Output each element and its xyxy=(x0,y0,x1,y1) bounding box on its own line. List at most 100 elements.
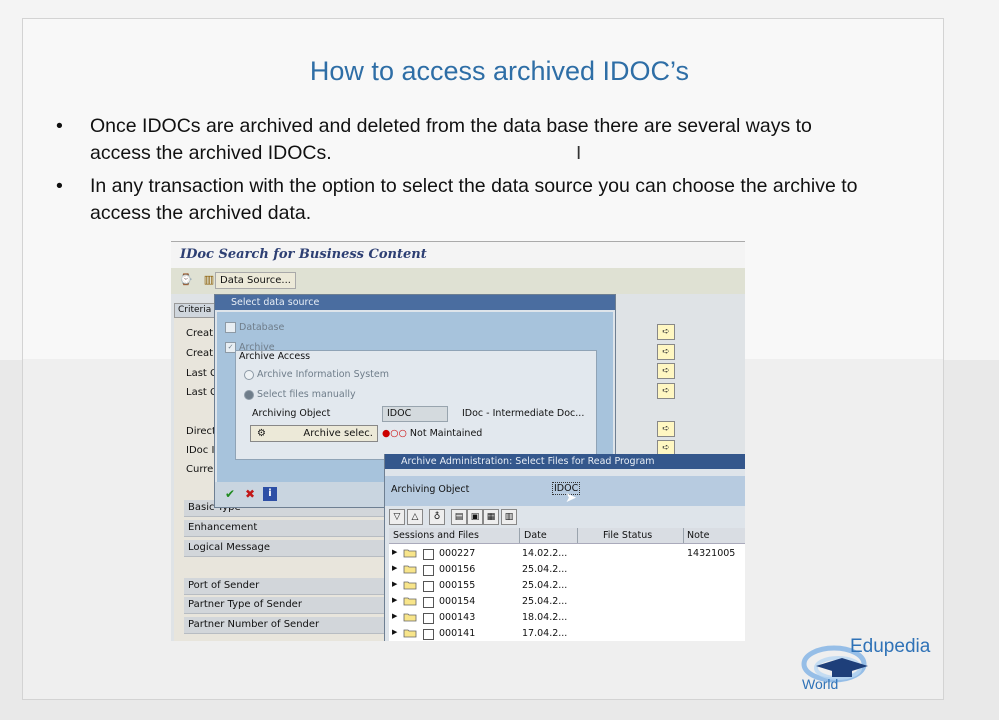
archive-access-group: Archive Access Archive Information Syste… xyxy=(235,350,597,460)
row-checkbox[interactable] xyxy=(423,629,434,640)
column-header[interactable]: Note xyxy=(687,530,710,541)
folder-icon xyxy=(403,549,417,558)
expand-triangle-icon[interactable]: ▶ xyxy=(392,612,397,620)
field-label: Logical Message xyxy=(188,542,271,553)
multiple-selection-arrow-icon[interactable]: ➪ xyxy=(657,383,675,399)
criteria-row-label: Direct xyxy=(186,426,216,437)
confirm-icon[interactable]: ✔ xyxy=(223,487,237,501)
text-cursor-icon: I xyxy=(576,143,582,164)
table-row[interactable]: ▶ 000156 25.04.2... xyxy=(389,562,745,578)
radio-label: Select files manually xyxy=(257,389,356,400)
column-divider xyxy=(683,528,684,543)
radio-archive-information-system[interactable]: Archive Information System xyxy=(244,369,389,380)
table-row[interactable]: ▶ 000141 17.04.2... xyxy=(389,626,745,641)
row-checkbox[interactable] xyxy=(423,597,434,608)
bullet-item: • Once IDOCs are archived and deleted fr… xyxy=(56,113,876,167)
field-label: Port of Sender xyxy=(188,580,260,591)
export-icon[interactable]: ▣ xyxy=(467,509,483,525)
column-divider xyxy=(519,528,520,543)
status-indicator: ●○○ Not Maintained xyxy=(382,428,482,439)
folder-icon xyxy=(403,581,417,590)
logo-wordmark: Edupedia xyxy=(850,636,931,657)
dialog-title: Archive Administration: Select Files for… xyxy=(401,456,655,467)
checkbox-box xyxy=(225,322,236,333)
slide-title: How to access archived IDOC’s xyxy=(309,56,690,86)
database-checkbox[interactable]: Database xyxy=(225,322,284,333)
sap-window-title-bar: IDoc Search for Business Content xyxy=(171,241,745,269)
cancel-icon[interactable]: ✖ xyxy=(243,487,257,501)
archive-select-icon: ⚙ xyxy=(257,428,266,439)
bullet-text: Once IDOCs are archived and deleted from… xyxy=(90,115,812,164)
session-date: 14.02.2... xyxy=(522,548,568,559)
group-title: Archive Access xyxy=(239,351,311,362)
criteria-field-port-of-sender[interactable]: Port of Sender xyxy=(184,578,384,595)
multiple-selection-arrow-icon[interactable]: ➪ xyxy=(657,324,675,340)
radio-label: Archive Information System xyxy=(257,369,390,380)
criteria-row-label: Currer xyxy=(186,464,218,475)
row-checkbox[interactable] xyxy=(423,549,434,560)
session-date: 25.04.2... xyxy=(522,596,568,607)
session-number: 000143 xyxy=(439,612,476,623)
info-icon[interactable]: i xyxy=(263,487,277,501)
session-date: 18.04.2... xyxy=(522,612,568,623)
expand-triangle-icon[interactable]: ▶ xyxy=(392,628,397,636)
multiple-selection-arrow-icon[interactable]: ➪ xyxy=(657,363,675,379)
sessions-grid: Sessions and Files Date File Status Note… xyxy=(389,528,745,641)
field-label: Enhancement xyxy=(188,522,258,533)
archiving-object-label: Archiving Object xyxy=(391,484,470,495)
expand-icon[interactable]: ▽ xyxy=(389,509,405,525)
column-header[interactable]: Sessions and Files xyxy=(393,530,479,541)
table-row[interactable]: ▶ 000143 18.04.2... xyxy=(389,610,745,626)
archive-administration-dialog: Archive Administration: Select Files for… xyxy=(384,454,745,641)
session-date: 25.04.2... xyxy=(522,564,568,575)
criteria-field-enhancement[interactable]: Enhancement xyxy=(184,520,384,537)
table-row[interactable]: ▶ 000155 25.04.2... xyxy=(389,578,745,594)
table-row[interactable]: ▶ 000227 14.02.2... 14321005 xyxy=(389,546,745,562)
find-icon[interactable]: ♁ xyxy=(429,509,445,525)
dialog-title-bar: Select data source xyxy=(215,295,615,310)
column-header[interactable]: Date xyxy=(524,530,547,541)
tab-criteria[interactable]: Criteria xyxy=(174,303,219,318)
column-header[interactable]: File Status xyxy=(603,530,652,541)
session-note: 14321005 xyxy=(687,548,736,559)
detail-icon[interactable]: ▥ xyxy=(501,509,517,525)
expand-triangle-icon[interactable]: ▶ xyxy=(392,596,397,604)
multiple-selection-arrow-icon[interactable]: ➪ xyxy=(657,421,675,437)
sap-toolbar: ⌚ ▥ Data Source... xyxy=(171,268,745,294)
folder-icon xyxy=(403,613,417,622)
print-icon[interactable]: ▤ xyxy=(451,509,467,525)
data-source-icon[interactable]: ▥ xyxy=(202,273,216,287)
column-divider xyxy=(577,528,578,543)
folder-icon xyxy=(403,565,417,574)
table-row[interactable]: ▶ 000154 25.04.2... xyxy=(389,594,745,610)
criteria-row-label: Creat xyxy=(186,328,214,339)
radio-select-files-manually[interactable]: Select files manually xyxy=(244,389,356,400)
radio-button xyxy=(244,389,254,400)
expand-triangle-icon[interactable]: ▶ xyxy=(392,548,397,556)
criteria-field-logical-message[interactable]: Logical Message xyxy=(184,540,384,557)
expand-triangle-icon[interactable]: ▶ xyxy=(392,564,397,572)
folder-icon xyxy=(403,629,417,638)
expand-triangle-icon[interactable]: ▶ xyxy=(392,580,397,588)
collapse-icon[interactable]: △ xyxy=(407,509,423,525)
session-date: 25.04.2... xyxy=(522,580,568,591)
data-source-button[interactable]: Data Source... xyxy=(215,272,296,289)
archive-select-button[interactable]: ⚙ Archive selec. xyxy=(250,425,378,442)
row-checkbox[interactable] xyxy=(423,581,434,592)
session-number: 000156 xyxy=(439,564,476,575)
criteria-field-partner-number[interactable]: Partner Number of Sender xyxy=(184,617,384,634)
criteria-field-partner-type[interactable]: Partner Type of Sender xyxy=(184,597,384,614)
session-number: 000154 xyxy=(439,596,476,607)
edupedia-logo: Edupedia World xyxy=(798,628,948,700)
row-checkbox[interactable] xyxy=(423,613,434,624)
sap-screenshot: IDoc Search for Business Content ⌚ ▥ Dat… xyxy=(171,241,745,641)
archiving-object-row: Archiving Object IDOC ➤ xyxy=(385,476,745,506)
bullet-list: • Once IDOCs are archived and deleted fr… xyxy=(56,113,876,233)
clock-icon[interactable]: ⌚ xyxy=(179,273,193,287)
row-checkbox[interactable] xyxy=(423,565,434,576)
layout-icon[interactable]: ▦ xyxy=(483,509,499,525)
multiple-selection-arrow-icon[interactable]: ➪ xyxy=(657,344,675,360)
bullet-marker: • xyxy=(56,115,63,137)
archiving-object-field[interactable]: IDOC xyxy=(382,406,448,422)
bullet-item: • In any transaction with the option to … xyxy=(56,173,876,227)
